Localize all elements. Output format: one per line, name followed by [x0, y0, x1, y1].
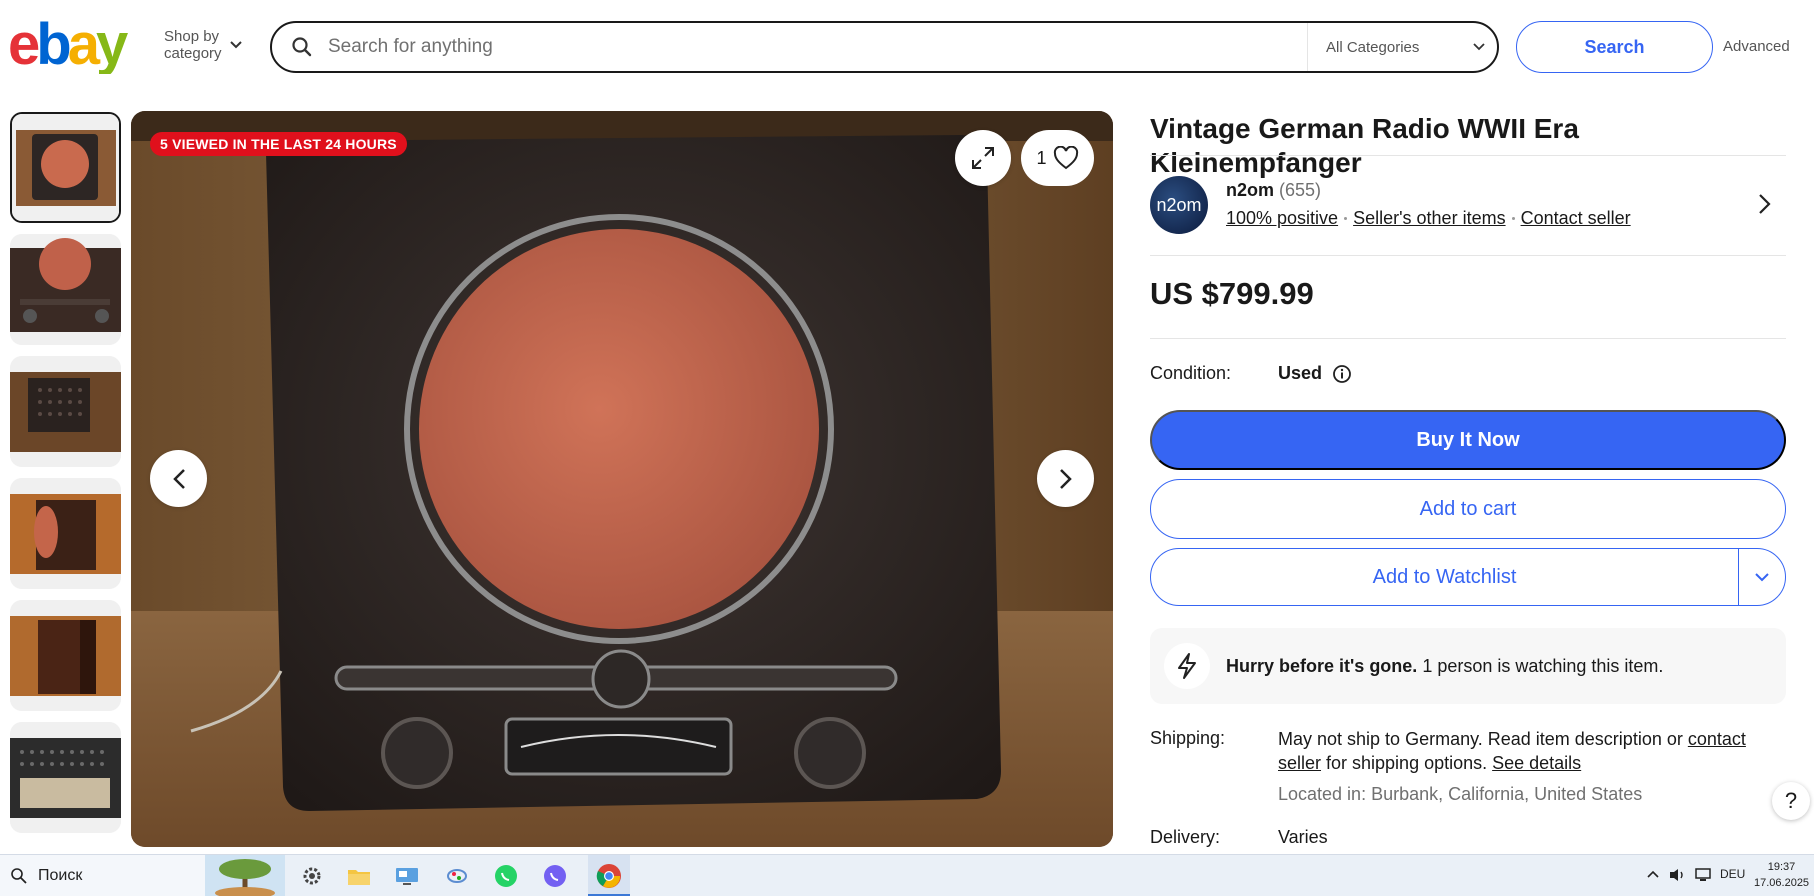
- taskbar-search-label: Поиск: [38, 867, 83, 884]
- shop-by-category-line2: category: [164, 45, 222, 62]
- add-to-cart-button[interactable]: Add to cart: [1150, 479, 1786, 539]
- price: US $799.99: [1150, 276, 1314, 311]
- hurry-text: Hurry before it's gone. 1 person is watc…: [1226, 656, 1663, 677]
- chevron-right-icon: [1059, 468, 1072, 489]
- chrome-icon[interactable]: [595, 862, 623, 890]
- shop-by-category-button[interactable]: Shop by category: [164, 28, 242, 62]
- search-icon: [292, 37, 312, 57]
- divider: [1150, 255, 1786, 256]
- category-select[interactable]: All Categories: [1307, 23, 1497, 71]
- shipping-label: Shipping:: [1150, 728, 1226, 748]
- logo-letter: b: [36, 14, 70, 74]
- tray-chevron-up-icon[interactable]: [1646, 869, 1660, 879]
- watchlist-dropdown-button[interactable]: [1738, 549, 1785, 605]
- file-explorer-icon[interactable]: [345, 862, 373, 890]
- thumbnail-3[interactable]: [10, 356, 121, 467]
- seller-chevron-right-icon[interactable]: [1758, 193, 1772, 215]
- search-bar: All Categories: [270, 21, 1499, 73]
- add-to-watchlist-button[interactable]: Add to Watchlist: [1151, 549, 1738, 605]
- clock-date: 17.06.2025: [1754, 877, 1810, 889]
- watch-count-button[interactable]: 1: [1021, 130, 1094, 186]
- add-to-watchlist-group: Add to Watchlist: [1150, 548, 1786, 606]
- chevron-down-icon: [1755, 573, 1769, 582]
- item-location: Located in: Burbank, California, United …: [1278, 784, 1643, 804]
- main-product-image[interactable]: [131, 111, 1113, 847]
- condition-value: Used: [1278, 363, 1323, 383]
- clock-time: 19:37: [1767, 861, 1796, 873]
- thumbnail-5[interactable]: [10, 600, 121, 711]
- buy-it-now-button[interactable]: Buy It Now: [1150, 410, 1786, 470]
- tree-icon: [205, 855, 285, 896]
- shipping-text: May not ship to Germany. Read item descr…: [1278, 727, 1786, 775]
- delivery-value: Varies: [1278, 827, 1328, 847]
- hurry-watchers: 1 person is watching this item.: [1417, 655, 1664, 676]
- advanced-search-link[interactable]: Advanced: [1723, 38, 1790, 55]
- viber-icon[interactable]: [541, 862, 569, 890]
- divider: [1150, 155, 1786, 156]
- listing-title: Vintage German Radio WWII Era Kleinempfa…: [1150, 113, 1579, 178]
- settings-gear-icon[interactable]: [298, 862, 326, 890]
- search-input[interactable]: [314, 36, 1307, 58]
- whatsapp-icon[interactable]: [492, 862, 520, 890]
- taskbar-search[interactable]: Поиск: [0, 855, 205, 896]
- next-image-button[interactable]: [1037, 450, 1094, 507]
- seller-links: 100% positive Seller's other items Conta…: [1226, 208, 1631, 229]
- chevron-down-icon: [1473, 43, 1485, 51]
- thumbnail-6[interactable]: [10, 722, 121, 833]
- lightning-icon: [1164, 643, 1210, 689]
- hurry-banner: Hurry before it's gone. 1 person is watc…: [1150, 628, 1786, 704]
- monitor-app-icon[interactable]: [393, 862, 421, 890]
- thumbnail-4[interactable]: [10, 478, 121, 589]
- seller-name[interactable]: n2om: [1226, 180, 1274, 200]
- category-select-value: All Categories: [1326, 38, 1420, 56]
- seller-avatar[interactable]: n2om: [1150, 176, 1208, 234]
- logo-letter: y: [96, 14, 128, 74]
- delivery-label: Delivery:: [1150, 827, 1221, 847]
- divider: [1150, 338, 1786, 339]
- condition-value-row: Used: [1278, 363, 1352, 384]
- network-icon[interactable]: [1694, 867, 1712, 883]
- previous-image-button[interactable]: [150, 450, 207, 507]
- seller-name-line: n2om (655): [1226, 180, 1321, 201]
- info-icon[interactable]: [1332, 364, 1352, 384]
- help-button[interactable]: ?: [1772, 782, 1810, 820]
- language-indicator[interactable]: DEU: [1720, 867, 1745, 881]
- contact-seller-link[interactable]: Contact seller: [1521, 208, 1631, 229]
- seller-positive-link[interactable]: 100% positive: [1226, 208, 1338, 229]
- speaker-icon[interactable]: [1668, 867, 1686, 883]
- chevron-left-icon: [172, 468, 185, 489]
- search-button[interactable]: Search: [1516, 21, 1713, 73]
- search-icon: [11, 868, 27, 884]
- shipping-text-part2: for shipping options.: [1321, 753, 1493, 773]
- seller-other-items-link[interactable]: Seller's other items: [1353, 208, 1506, 229]
- expand-image-button[interactable]: [955, 130, 1011, 186]
- shipping-text-part1: May not ship to Germany. Read item descr…: [1278, 729, 1688, 749]
- shop-by-category-line1: Shop by: [164, 28, 220, 45]
- viewed-badge: 5 VIEWED IN THE LAST 24 HOURS: [150, 132, 407, 156]
- clock[interactable]: 19:37 17.06.2025: [1754, 859, 1809, 891]
- thumbnail-list: [10, 112, 121, 844]
- watch-count: 1: [1036, 147, 1047, 168]
- see-details-link[interactable]: See details: [1492, 753, 1581, 773]
- ebay-logo[interactable]: ebay: [8, 12, 148, 77]
- seller-feedback-count: (655): [1279, 180, 1322, 200]
- expand-icon: [972, 147, 994, 169]
- windows-taskbar: Поиск DEU 19:37 17.06.2025: [0, 854, 1814, 896]
- separator-dot: [1511, 217, 1515, 220]
- paint-app-icon[interactable]: [443, 862, 471, 890]
- thumbnail-2[interactable]: [10, 234, 121, 345]
- heart-icon: [1053, 146, 1078, 170]
- svg-text:ebay: ebay: [8, 14, 128, 74]
- separator-dot: [1344, 217, 1348, 220]
- ebay-listing-page: ebay Shop by category All Categories Sea…: [0, 0, 1814, 896]
- thumbnail-1[interactable]: [10, 112, 121, 223]
- hurry-bold: Hurry before it's gone.: [1226, 655, 1418, 676]
- condition-label: Condition:: [1150, 363, 1232, 383]
- chevron-down-icon: [229, 41, 242, 49]
- logo-letter: e: [8, 14, 39, 74]
